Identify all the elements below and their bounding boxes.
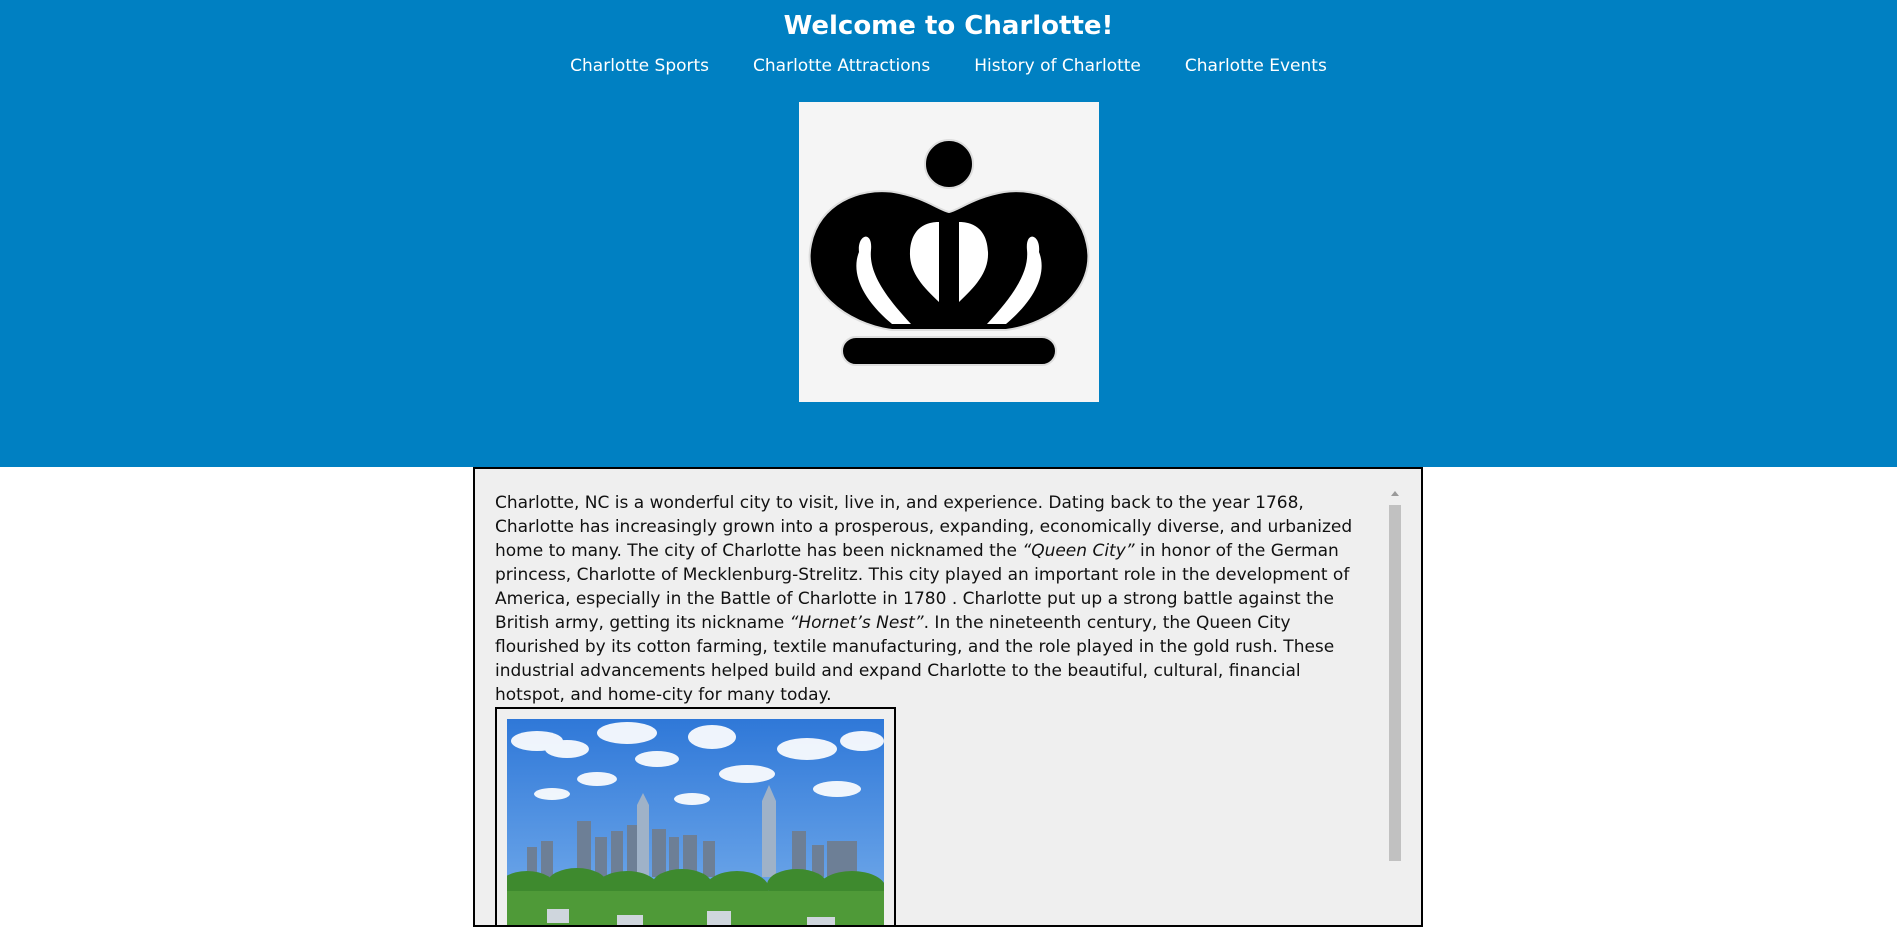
site-header: Welcome to Charlotte! Charlotte Sports C… [0, 0, 1897, 467]
city-logo [799, 102, 1099, 402]
skyline-image [507, 719, 884, 925]
main-nav: Charlotte Sports Charlotte Attractions H… [0, 55, 1897, 77]
nav-link-history[interactable]: History of Charlotte [974, 55, 1141, 77]
scroll-thumb[interactable] [1389, 505, 1401, 861]
nickname-queen-city: “Queen City” [1022, 541, 1135, 561]
intro-panel[interactable]: Charlotte, NC is a wonderful city to vis… [473, 467, 1423, 927]
crown-icon [799, 102, 1099, 402]
photo-frame [495, 707, 896, 925]
nav-link-events[interactable]: Charlotte Events [1185, 55, 1327, 77]
nickname-hornets-nest: “Hornet’s Nest” [789, 613, 924, 633]
scroll-up-icon[interactable] [1391, 491, 1399, 496]
nav-link-attractions[interactable]: Charlotte Attractions [753, 55, 930, 77]
content-scrollbar[interactable] [1387, 491, 1403, 861]
page-title: Welcome to Charlotte! [783, 11, 1114, 41]
intro-paragraph: Charlotte, NC is a wonderful city to vis… [495, 491, 1355, 707]
nav-link-sports[interactable]: Charlotte Sports [570, 55, 709, 77]
charlotte-skyline-photo [507, 719, 884, 925]
